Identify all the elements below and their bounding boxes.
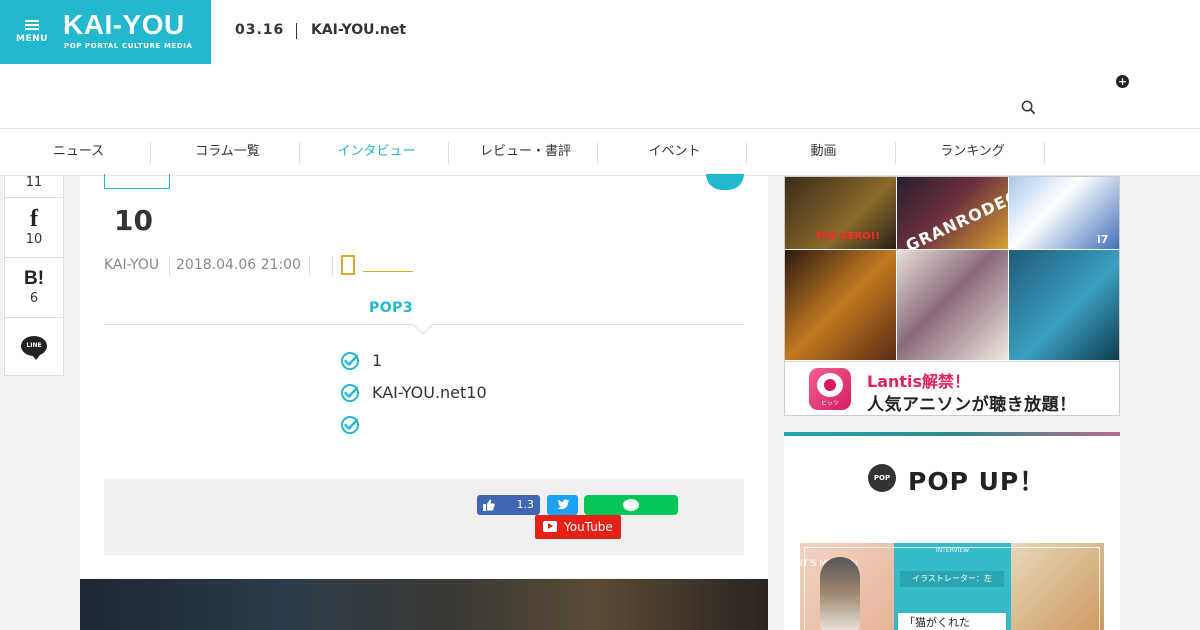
nav-item-ranking[interactable]: ランキング xyxy=(898,129,1047,175)
header-site-name[interactable]: KAI-YOU.net xyxy=(311,22,406,38)
point-text: 1 xyxy=(372,351,383,370)
dhits-logo: ヒッツ xyxy=(809,368,851,410)
share-total-count: 11 xyxy=(25,175,43,190)
article-author[interactable]: KAI-YOU xyxy=(104,257,159,273)
ad-tile xyxy=(897,250,1008,360)
nav-item-interview[interactable]: インタビュー xyxy=(302,129,451,175)
meta-divider xyxy=(169,256,170,276)
meta-divider xyxy=(309,256,310,276)
youtube-subscribe-button[interactable]: YouTube xyxy=(535,515,621,539)
ad-tile: i7 xyxy=(1009,177,1119,249)
hatena-icon: B! xyxy=(23,268,45,289)
share-total[interactable]: 11 xyxy=(5,176,63,198)
popup-thumbnails: IT'S MISSION INTERVIEW イラストレーター：左 「猫がくれた xyxy=(800,543,1104,630)
nav-separator xyxy=(299,142,300,164)
nav-item-review[interactable]: レビュー・書評 xyxy=(451,129,600,175)
dhits-logo-text: ヒッツ xyxy=(820,400,839,407)
youtube-label: YouTube xyxy=(564,520,613,534)
ad-tile xyxy=(1009,250,1119,360)
category-tag[interactable] xyxy=(104,174,170,189)
menu-label: MENU xyxy=(16,34,48,44)
plus-icon[interactable]: + xyxy=(1116,75,1129,88)
popup-section: POP POP UP！ IT'S MISSION INTERVIEW イラストレ… xyxy=(784,436,1120,630)
nav-separator xyxy=(1044,142,1045,164)
bookmark-link-underline[interactable] xyxy=(363,271,413,272)
nav-separator xyxy=(150,142,151,164)
header-divider xyxy=(296,23,297,39)
line-send-button[interactable] xyxy=(584,495,678,515)
nav-separator xyxy=(746,142,747,164)
nav-separator xyxy=(895,142,896,164)
ad-tile: GRANRODEO xyxy=(897,177,1023,255)
facebook-like-count: 1.3 xyxy=(516,498,535,511)
pop-badge-icon: POP xyxy=(868,464,896,492)
meta-divider xyxy=(332,256,333,276)
ad-tile-label: GRANRODEO xyxy=(902,185,1024,256)
ad-tile: THE ZERO!! xyxy=(785,177,896,249)
logo-area: MENU KAI-YOU POP PORTAL CULTURE MEDIA xyxy=(0,0,211,64)
comment-icon[interactable] xyxy=(706,174,744,190)
check-circle-icon xyxy=(341,352,359,370)
twitter-share-button[interactable] xyxy=(547,495,578,515)
hatena-bookmark-button[interactable]: B! 6 xyxy=(5,258,63,318)
ad-banner[interactable]: THE ZERO!! GRANRODEO i7 ヒッツ Lantis解禁！ 人気… xyxy=(784,176,1120,416)
pop-points-label: POP3 xyxy=(369,300,414,316)
share-box: 1.3 YouTube xyxy=(104,479,744,555)
ad-subline: 人気アニソンが聴き放題！ xyxy=(867,395,1077,415)
site-tagline: POP PORTAL CULTURE MEDIA xyxy=(64,42,193,50)
line-icon xyxy=(623,499,639,511)
point-text: KAI-YOU.net10 xyxy=(372,383,487,402)
menu-button[interactable]: MENU xyxy=(14,18,50,48)
nav-separator xyxy=(597,142,598,164)
bookmark-icon[interactable] xyxy=(341,255,355,275)
youtube-play-icon xyxy=(543,521,557,532)
ad-footer: ヒッツ Lantis解禁！ 人気アニソンが聴き放題！ xyxy=(785,361,1119,415)
ad-tile-label: i7 xyxy=(1097,233,1109,246)
facebook-share-count: 10 xyxy=(25,232,43,247)
popup-title: POP UP！ xyxy=(908,467,1046,496)
header-date: 03.16 xyxy=(235,22,285,38)
ad-tile-label: THE ZERO!! xyxy=(815,231,880,242)
thumbnail-frame xyxy=(804,547,1100,630)
site-header: MENU KAI-YOU POP PORTAL CULTURE MEDIA 03… xyxy=(0,0,1200,128)
site-logo[interactable]: KAI-YOU xyxy=(63,10,185,40)
facebook-icon: f xyxy=(30,206,38,232)
twitter-bird-icon xyxy=(557,499,570,510)
thumbs-up-icon xyxy=(483,499,495,511)
check-circle-icon xyxy=(341,416,359,434)
check-circle-icon xyxy=(341,384,359,402)
facebook-like-button[interactable]: 1.3 xyxy=(477,495,540,515)
facebook-share-button[interactable]: f 10 xyxy=(5,198,63,258)
nav-item-news[interactable]: ニュース xyxy=(4,129,153,175)
nav-separator xyxy=(448,142,449,164)
main-nav: ニュース コラム一覧 インタビュー レビュー・書評 イベント 動画 ランキング xyxy=(0,128,1200,176)
dhits-logo-mark xyxy=(817,373,843,397)
share-sidebar: 11 f 10 B! 6 LINE xyxy=(4,176,64,376)
hatena-count: 6 xyxy=(29,291,39,306)
article: 10 KAI-YOU 2018.04.06 21:00 POP3 1 KAI-Y… xyxy=(80,174,768,578)
nav-item-columns[interactable]: コラム一覧 xyxy=(153,129,302,175)
nav-item-video[interactable]: 動画 xyxy=(749,129,898,175)
search-icon[interactable] xyxy=(1021,100,1036,115)
hero-image[interactable] xyxy=(80,579,768,630)
line-icon: LINE xyxy=(21,336,47,360)
nav-item-events[interactable]: イベント xyxy=(600,129,749,175)
article-title: 10 xyxy=(114,204,153,237)
ad-headline: Lantis解禁！ xyxy=(867,372,971,391)
line-share-button[interactable]: LINE xyxy=(5,318,63,375)
hamburger-icon xyxy=(25,20,39,30)
ad-tile xyxy=(785,250,896,360)
article-date: 2018.04.06 21:00 xyxy=(176,257,301,273)
divider-notch xyxy=(413,315,433,335)
